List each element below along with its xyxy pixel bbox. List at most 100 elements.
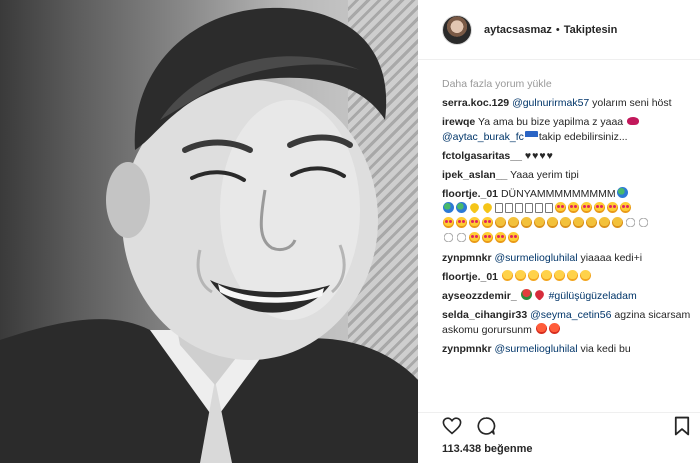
comment-text: ♥♥♥♥ bbox=[524, 150, 554, 162]
comment-mention[interactable]: @surmeliogluhilal bbox=[495, 343, 578, 355]
comment-item: zynpmnkr @surmeliogluhilal via kedi bu bbox=[442, 342, 692, 357]
post-actions: 113.438 beğenme bbox=[418, 412, 700, 463]
comment-item: floortje._01 DÜNYAMMMMMMMMM bbox=[442, 187, 692, 247]
comment-username[interactable]: zynpmnkr bbox=[442, 343, 492, 355]
smile-emoji-icon bbox=[579, 270, 591, 281]
heart-eyes-emoji-icon bbox=[456, 217, 467, 228]
post-header: aytacsasmaz • Takiptesin bbox=[418, 0, 700, 60]
smile-emoji-icon bbox=[540, 270, 552, 281]
comment-username[interactable]: floortje._01 bbox=[442, 188, 498, 200]
missing-glyph-icon bbox=[505, 203, 513, 213]
rose-emoji-icon bbox=[520, 289, 532, 300]
comment-text: takip edebilirsiniz... bbox=[538, 131, 628, 143]
avatar[interactable] bbox=[442, 14, 472, 45]
comment-item: floortje._01 bbox=[442, 270, 692, 285]
heart-eyes-emoji-icon bbox=[443, 217, 454, 228]
blank-emoji-icon bbox=[443, 232, 454, 243]
lips-emoji-icon bbox=[627, 117, 640, 125]
crying-emoji-icon bbox=[508, 217, 519, 228]
smile-emoji-icon bbox=[553, 270, 565, 281]
header-separator: • bbox=[555, 23, 560, 36]
comment-text: yolarım seni höst bbox=[589, 97, 672, 109]
heart-eyes-emoji-icon bbox=[482, 232, 493, 243]
crying-emoji-icon bbox=[534, 217, 545, 228]
comment-username[interactable]: irewqe bbox=[442, 116, 475, 128]
comment-item: fctolgasaritas__ ♥♥♥♥ bbox=[442, 149, 692, 164]
comment-mention[interactable]: @aytac_burak_fc bbox=[442, 131, 524, 143]
heart-eyes-emoji-icon bbox=[555, 202, 566, 213]
comment-mention[interactable]: @gulnurirmak57 bbox=[512, 97, 589, 109]
comment-item: ayseozzdemir_ #gülüşügüzeladam bbox=[442, 288, 692, 304]
missing-glyph-icon bbox=[545, 203, 553, 213]
action-icons-row bbox=[442, 413, 694, 437]
missing-glyph-icon bbox=[525, 203, 533, 213]
comment-item: selda_cihangir33 @seyma_cetin56 agzina s… bbox=[442, 308, 692, 338]
flag-emoji-icon bbox=[524, 131, 538, 141]
follow-status-button[interactable]: Takiptesin bbox=[564, 24, 618, 36]
smile-emoji-icon bbox=[514, 270, 526, 281]
missing-glyph-icon bbox=[495, 203, 503, 213]
crying-emoji-icon bbox=[495, 217, 506, 228]
comment-username[interactable]: zynpmnkr bbox=[442, 252, 492, 264]
crying-emoji-icon bbox=[547, 217, 558, 228]
comment-bubble-icon[interactable] bbox=[476, 416, 496, 436]
heart-eyes-emoji-icon bbox=[581, 202, 592, 213]
comment-username[interactable]: serra.koc.129 bbox=[442, 97, 509, 109]
comment-text: Ya ama bu bize yapilma z yaaa bbox=[478, 116, 624, 128]
comment-text: via kedi bu bbox=[577, 343, 631, 355]
heart-eyes-emoji-icon bbox=[508, 232, 519, 243]
comment-text: Yaaa yerim tipi bbox=[510, 169, 579, 181]
comment-username[interactable]: floortje._01 bbox=[442, 271, 498, 283]
likes-count[interactable]: 113.438 beğenme bbox=[442, 443, 533, 455]
red-heart-emoji-icon bbox=[532, 288, 546, 301]
comment-mention[interactable]: @surmeliogluhilal bbox=[495, 252, 578, 264]
crying-emoji-icon bbox=[521, 217, 532, 228]
angry-emoji-icon bbox=[535, 323, 547, 334]
comment-list: Daha fazla yorum yükle serra.koc.129 @gu… bbox=[442, 78, 692, 410]
header-username[interactable]: aytacsasmaz bbox=[484, 24, 552, 36]
angry-emoji-icon bbox=[548, 323, 560, 334]
missing-glyph-icon bbox=[515, 203, 523, 213]
missing-glyph-icon bbox=[535, 203, 543, 213]
comment-username[interactable]: fctolgasaritas__ bbox=[442, 150, 522, 162]
crying-emoji-icon bbox=[612, 217, 623, 228]
heart-eyes-emoji-icon bbox=[568, 202, 579, 213]
emoji-row bbox=[442, 232, 520, 245]
smile-emoji-icon bbox=[527, 270, 539, 281]
post-photo[interactable] bbox=[0, 0, 418, 463]
comment-username[interactable]: ipek_aslan__ bbox=[442, 169, 507, 181]
comment-mention[interactable]: @seyma_cetin56 bbox=[530, 309, 611, 321]
crying-emoji-icon bbox=[560, 217, 571, 228]
heart-eyes-emoji-icon bbox=[482, 217, 493, 228]
comment-item: serra.koc.129 @gulnurirmak57 yolarım sen… bbox=[442, 96, 692, 111]
comment-text: yiaaaa kedi+i bbox=[577, 252, 643, 264]
globe-emoji-icon bbox=[616, 187, 628, 198]
comment-username[interactable]: ayseozzdemir_ bbox=[442, 290, 517, 302]
emoji-row bbox=[442, 217, 650, 230]
crying-emoji-icon bbox=[586, 217, 597, 228]
heart-eyes-emoji-icon bbox=[607, 202, 618, 213]
comment-item: irewqe Ya ama bu bize yapilma z yaaa @ay… bbox=[442, 115, 692, 145]
yellow-heart-emoji-icon bbox=[468, 201, 481, 214]
smile-emoji-icon bbox=[566, 270, 578, 281]
bookmark-icon[interactable] bbox=[674, 416, 694, 436]
globe-emoji-icon bbox=[456, 202, 467, 213]
emoji-row bbox=[442, 201, 632, 215]
comment-item: ipek_aslan__ Yaaa yerim tipi bbox=[442, 168, 692, 183]
comment-hashtag[interactable]: #gülüşügüzeladam bbox=[549, 290, 637, 302]
heart-eyes-emoji-icon bbox=[594, 202, 605, 213]
blank-emoji-icon bbox=[638, 217, 649, 228]
comment-text: DÜNYAMMMMMMMMM bbox=[500, 188, 616, 200]
heart-eyes-emoji-icon bbox=[620, 202, 631, 213]
globe-emoji-icon bbox=[443, 202, 454, 213]
portrait-illustration bbox=[0, 7, 418, 463]
comment-item: zynpmnkr @surmeliogluhilal yiaaaa kedi+i bbox=[442, 251, 692, 266]
heart-eyes-emoji-icon bbox=[469, 232, 480, 243]
heart-outline-icon[interactable] bbox=[442, 417, 462, 437]
comment-username[interactable]: selda_cihangir33 bbox=[442, 309, 527, 321]
blank-emoji-icon bbox=[625, 217, 636, 228]
load-more-comments-link[interactable]: Daha fazla yorum yükle bbox=[442, 78, 692, 90]
heart-eyes-emoji-icon bbox=[495, 232, 506, 243]
crying-emoji-icon bbox=[599, 217, 610, 228]
smile-emoji-icon bbox=[501, 270, 513, 281]
